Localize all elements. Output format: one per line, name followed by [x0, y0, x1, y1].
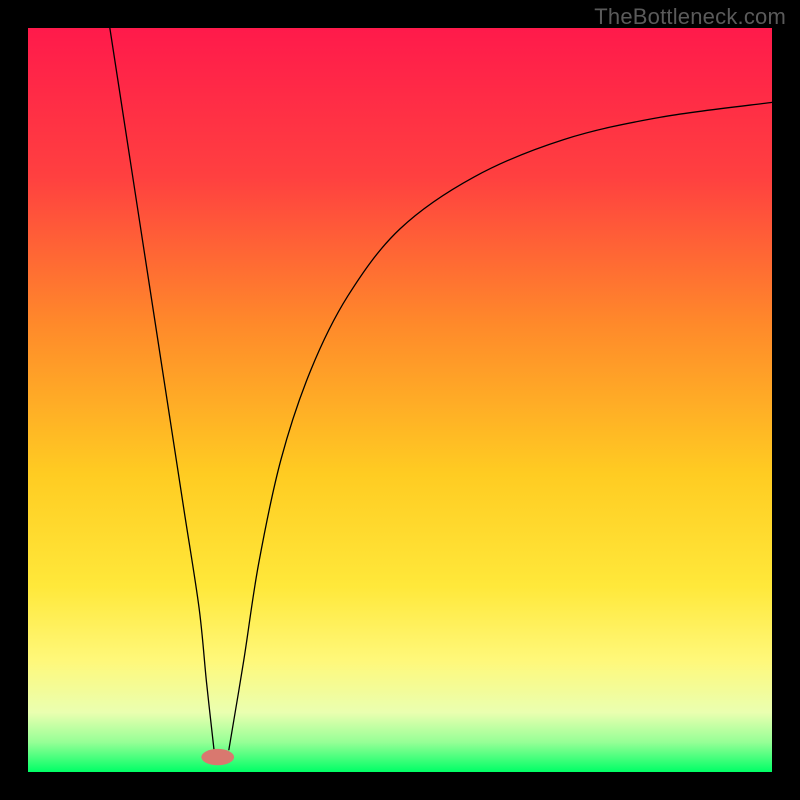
plot-area: [28, 28, 772, 772]
chart-svg: [28, 28, 772, 772]
minimum-marker: [201, 749, 234, 765]
watermark-text: TheBottleneck.com: [594, 4, 786, 30]
chart-frame: TheBottleneck.com: [0, 0, 800, 800]
gradient-background: [28, 28, 772, 772]
